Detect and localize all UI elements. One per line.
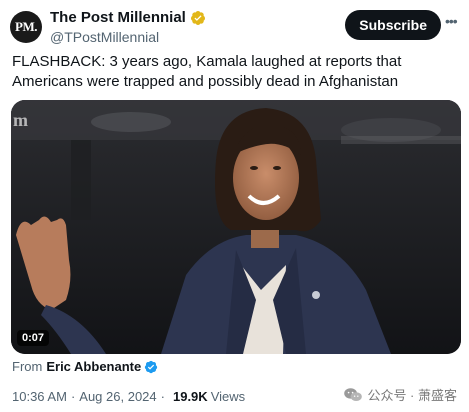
video-duration-badge: 0:07 — [17, 330, 50, 346]
video-watermark: m — [13, 110, 28, 130]
attribution-author-link[interactable]: Eric Abbenante — [46, 359, 141, 374]
from-label: From — [12, 359, 43, 374]
author-block[interactable]: The Post Millennial @TPostMillennial — [50, 9, 206, 46]
views-label: Views — [210, 389, 246, 404]
wechat-icon — [344, 387, 363, 401]
author-name-text[interactable]: The Post Millennial — [50, 9, 186, 27]
tweet-text: FLASHBACK: 3 years ago, Kamala laughed a… — [12, 53, 402, 90]
blue-verified-badge-icon — [145, 360, 158, 373]
avatar[interactable]: PM. — [10, 11, 42, 43]
separator-dot: · — [160, 389, 165, 404]
tweet-date[interactable]: Aug 26, 2024 — [79, 389, 156, 404]
tweet-metadata: 10:36 AM · Aug 26, 2024 · 19.9K Views — [12, 389, 245, 404]
separator-dot: · — [70, 389, 76, 404]
tweet-header: PM. The Post Millennial @TPostMillennial… — [8, 8, 461, 46]
more-options-icon[interactable]: ••• — [445, 14, 459, 30]
wechat-watermark: 公众号 · 萧盛客 — [343, 385, 457, 404]
wechat-label: 公众号 · 萧盛客 — [367, 388, 457, 403]
author-display-name[interactable]: The Post Millennial — [50, 9, 206, 27]
gold-verified-badge-icon — [190, 11, 205, 25]
video-attribution: From Eric Abbenante — [12, 359, 158, 374]
tweet-time[interactable]: 10:36 AM — [12, 389, 67, 404]
video-player[interactable]: m 0:07 — [11, 100, 461, 354]
views-count: 19.9K — [172, 389, 208, 404]
author-handle[interactable]: @TPostMillennial — [50, 28, 206, 46]
video-frame — [11, 100, 461, 354]
subscribe-button[interactable]: Subscribe — [345, 10, 441, 40]
